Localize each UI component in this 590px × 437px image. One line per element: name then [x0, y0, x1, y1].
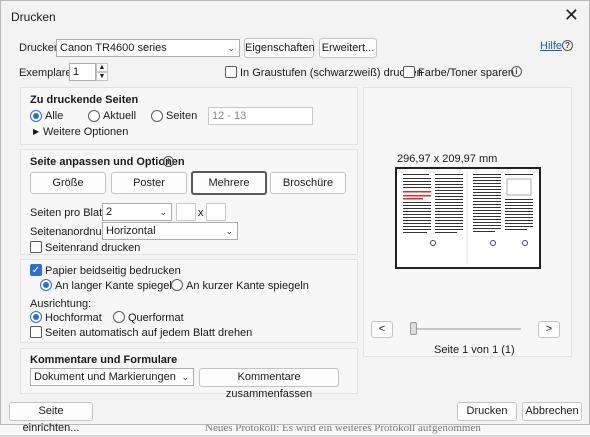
tab-booklet[interactable]: Broschüre	[270, 172, 346, 194]
printer-label: Drucker:	[19, 42, 61, 54]
pages-range-radio[interactable]	[151, 110, 163, 122]
save-toner-label: Farbe/Toner sparen	[418, 67, 514, 79]
copies-down-icon[interactable]: ▼	[96, 72, 108, 81]
chevron-down-icon: ⌄	[159, 207, 167, 217]
duplex-checkbox[interactable]: ✓	[30, 264, 42, 276]
pages-per-sheet-rows[interactable]	[206, 203, 226, 221]
chevron-down-icon: ⌄	[227, 43, 235, 53]
chevron-down-icon: ⌄	[181, 372, 189, 382]
properties-button[interactable]: Eigenschaften	[244, 38, 315, 58]
copies-up-icon[interactable]: ▲	[96, 63, 108, 72]
prev-page-button[interactable]: <	[371, 321, 393, 338]
pages-title: Zu druckende Seiten	[30, 94, 139, 106]
long-edge-label: An langer Kante spiegeln	[55, 280, 178, 292]
long-edge-radio[interactable]	[40, 279, 52, 291]
pages-per-sheet-value: 2	[106, 206, 113, 218]
pages-current-radio[interactable]	[88, 110, 100, 122]
tab-poster[interactable]: Poster	[111, 172, 187, 194]
expand-triangle-icon[interactable]: ▶	[33, 127, 39, 136]
title-bar: Drucken ✕	[1, 1, 589, 31]
times-label: x	[198, 207, 204, 219]
page-slider-thumb[interactable]	[410, 322, 417, 335]
short-edge-label: An kurzer Kante spiegeln	[186, 280, 309, 292]
orientation-label: Ausrichtung:	[30, 298, 92, 310]
pages-per-sheet-columns[interactable]	[176, 203, 196, 221]
info-icon[interactable]: i	[511, 66, 522, 77]
page-preview	[395, 167, 541, 269]
pages-range-input[interactable]: 12 - 13	[208, 107, 313, 125]
auto-rotate-label: Seiten automatisch auf jedem Blatt drehe…	[45, 327, 253, 339]
more-options-link[interactable]: Weitere Optionen	[43, 126, 128, 138]
print-button[interactable]: Drucken	[457, 402, 517, 421]
preview-thumbnail	[403, 172, 533, 264]
close-icon[interactable]: ✕	[564, 5, 579, 26]
page-setup-button[interactable]: Seite einrichten...	[9, 402, 93, 434]
print-border-checkbox[interactable]	[30, 241, 42, 253]
dialog-title: Drucken	[11, 10, 56, 24]
landscape-radio[interactable]	[113, 311, 125, 323]
pages-all-radio[interactable]	[30, 110, 42, 122]
print-border-label: Seitenrand drucken	[45, 242, 141, 254]
summarize-comments-button[interactable]: Kommentare zusammenfassen	[199, 368, 339, 400]
help-icon[interactable]: ?	[562, 40, 573, 51]
auto-rotate-checkbox[interactable]	[30, 326, 42, 338]
landscape-label: Querformat	[128, 312, 184, 324]
comments-title: Kommentare und Formulare	[30, 354, 178, 366]
printer-value: Canon TR4600 series	[60, 42, 167, 54]
comments-select[interactable]: Dokument und Markierungen ⌄	[30, 368, 194, 386]
help-link[interactable]: Hilfe	[540, 40, 562, 52]
pages-range-label: Seiten	[166, 110, 198, 122]
info-icon[interactable]: i	[163, 156, 174, 167]
chevron-down-icon: ⌄	[225, 226, 233, 236]
page-slider-track[interactable]	[411, 328, 521, 330]
paper-size-label: 296,97 x 209,97 mm	[397, 153, 498, 165]
duplex-label: Papier beidseitig bedrucken	[45, 265, 181, 277]
tab-size[interactable]: Größe	[30, 172, 106, 194]
grayscale-label: In Graustufen (schwarzweiß) drucken	[240, 67, 423, 79]
copies-label: Exemplare:	[19, 67, 75, 79]
grayscale-checkbox[interactable]	[225, 66, 237, 78]
next-page-button[interactable]: >	[538, 321, 560, 338]
page-order-select[interactable]: Horizontal ⌄	[102, 222, 238, 240]
short-edge-radio[interactable]	[171, 279, 183, 291]
tab-multiple[interactable]: Mehrere	[191, 171, 267, 195]
page-order-value: Horizontal	[106, 225, 156, 237]
portrait-label: Hochformat	[45, 312, 102, 324]
pages-per-sheet-select[interactable]: 2 ⌄	[102, 203, 172, 221]
cancel-button[interactable]: Abbrechen	[522, 402, 582, 421]
advanced-button[interactable]: Erweitert...	[319, 38, 377, 58]
background-document: Neues Protokoll: Es wird ein weiteres Pr…	[0, 422, 590, 435]
copies-input[interactable]: 1	[69, 63, 96, 81]
save-toner-checkbox[interactable]	[403, 66, 415, 78]
comments-value: Dokument und Markierungen	[34, 371, 176, 383]
sizing-title: Seite anpassen und Optionen	[30, 156, 185, 168]
pages-current-label: Aktuell	[103, 110, 137, 122]
portrait-radio[interactable]	[30, 311, 42, 323]
page-info: Seite 1 von 1 (1)	[434, 344, 515, 356]
pages-per-sheet-label: Seiten pro Blatt:	[30, 207, 109, 219]
printer-select[interactable]: Canon TR4600 series ⌄	[56, 39, 240, 57]
print-dialog: Drucken ✕ Drucker: Canon TR4600 series ⌄…	[0, 0, 590, 434]
pages-all-label: Alle	[45, 110, 64, 122]
